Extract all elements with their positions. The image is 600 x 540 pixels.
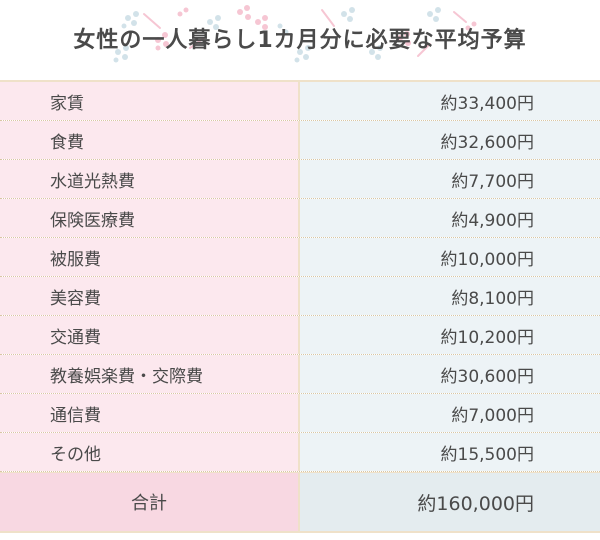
item-value: 約15,500円 <box>300 433 600 471</box>
table-row: 通信費 約7,000円 <box>0 394 600 433</box>
item-value: 約7,700円 <box>300 160 600 198</box>
item-value: 約8,100円 <box>300 277 600 315</box>
header: 女性の一人暮らし1カ月分に必要な平均予算 <box>0 0 600 80</box>
item-value: 約7,000円 <box>300 394 600 432</box>
item-label: 被服費 <box>0 238 300 276</box>
item-label: その他 <box>0 433 300 471</box>
total-row: 合計 約160,000円 <box>0 472 600 533</box>
table-row: 保険医療費 約4,900円 <box>0 199 600 238</box>
budget-table: 家賃 約33,400円 食費 約32,600円 水道光熱費 約7,700円 保険… <box>0 80 600 533</box>
item-value: 約10,000円 <box>300 238 600 276</box>
item-label: 通信費 <box>0 394 300 432</box>
item-label: 交通費 <box>0 316 300 354</box>
item-value: 約32,600円 <box>300 121 600 159</box>
item-value: 約4,900円 <box>300 199 600 237</box>
table-row: 水道光熱費 約7,700円 <box>0 160 600 199</box>
item-label: 教養娯楽費・交際費 <box>0 355 300 393</box>
table-row: 被服費 約10,000円 <box>0 238 600 277</box>
item-label: 家賃 <box>0 82 300 120</box>
item-label: 保険医療費 <box>0 199 300 237</box>
table-row: 美容費 約8,100円 <box>0 277 600 316</box>
item-label: 美容費 <box>0 277 300 315</box>
total-label: 合計 <box>0 473 300 531</box>
item-value: 約30,600円 <box>300 355 600 393</box>
table-row: その他 約15,500円 <box>0 433 600 472</box>
table-row: 教養娯楽費・交際費 約30,600円 <box>0 355 600 394</box>
item-label: 食費 <box>0 121 300 159</box>
item-value: 約10,200円 <box>300 316 600 354</box>
table-row: 家賃 約33,400円 <box>0 82 600 121</box>
table-row: 食費 約32,600円 <box>0 121 600 160</box>
page-title: 女性の一人暮らし1カ月分に必要な平均予算 <box>73 28 527 53</box>
item-value: 約33,400円 <box>300 82 600 120</box>
table-row: 交通費 約10,200円 <box>0 316 600 355</box>
item-label: 水道光熱費 <box>0 160 300 198</box>
total-value: 約160,000円 <box>300 473 600 531</box>
